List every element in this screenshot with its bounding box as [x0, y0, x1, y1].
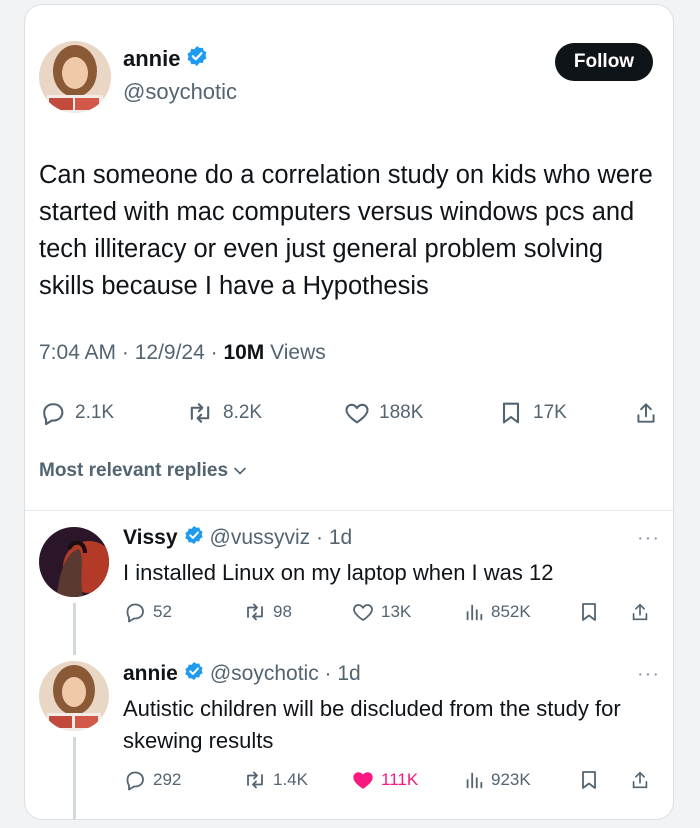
repost-button[interactable]: 8.2K	[185, 397, 262, 429]
thread-line	[73, 603, 76, 655]
views-count: 852K	[491, 602, 531, 621]
bookmark-count: 17K	[533, 402, 567, 423]
bookmark-button[interactable]	[577, 767, 601, 793]
reply-handle-time[interactable]: @soychotic · 1d	[210, 662, 361, 686]
repost-icon	[247, 603, 263, 621]
more-options-icon[interactable]: ···	[637, 527, 660, 550]
bookmark-button[interactable]: 17K	[497, 397, 567, 429]
repost-icon	[190, 403, 210, 423]
verified-badge-icon	[184, 525, 204, 550]
divider	[25, 510, 673, 511]
replies-sort-label: Most relevant replies	[39, 460, 229, 481]
reply-text: Autistic children will be discluded from…	[123, 696, 621, 753]
reply-avatar[interactable]	[39, 661, 109, 731]
verified-badge-icon	[184, 661, 204, 686]
follow-button[interactable]: Follow	[555, 43, 653, 81]
views-chart-icon	[466, 604, 483, 621]
view-count: 10M	[223, 341, 265, 364]
author-name[interactable]: annie	[123, 46, 180, 72]
thread-line	[73, 737, 76, 819]
tweet-timestamp[interactable]: 7:04 AM · 12/9/24 ·	[39, 341, 223, 364]
like-button[interactable]: 13K	[351, 599, 411, 625]
reply-text: I installed Linux on my laptop when I wa…	[123, 560, 554, 585]
reply-button[interactable]: 2.1K	[39, 397, 114, 429]
like-count: 188K	[379, 402, 424, 423]
replies-sort-dropdown[interactable]: Most relevant replies	[39, 460, 248, 482]
reply-author-name[interactable]: Vissy	[123, 526, 178, 550]
share-button[interactable]	[633, 397, 659, 429]
views-button[interactable]: 923K	[463, 767, 531, 793]
views-label: Views	[264, 341, 326, 364]
reply-action-bar: 52 98 13K 852K	[123, 599, 653, 625]
reply-avatar[interactable]	[39, 527, 109, 597]
share-button[interactable]	[629, 599, 651, 625]
reply-count: 2.1K	[75, 402, 115, 423]
repost-count: 98	[273, 602, 292, 621]
author-avatar[interactable]	[39, 41, 111, 113]
tweet-text: Can someone do a correlation study on ki…	[39, 161, 653, 300]
like-button[interactable]: 111K	[351, 767, 418, 793]
reply-button[interactable]: 52	[123, 599, 172, 625]
bookmark-icon	[582, 771, 596, 789]
views-button[interactable]: 852K	[463, 599, 531, 625]
reply-icon	[126, 603, 144, 623]
tweet-card: annie @soychotic Follow Can someone do a…	[24, 4, 674, 820]
reply-handle-time[interactable]: @vussyviz · 1d	[210, 526, 353, 550]
reply-action-bar: 292 1.4K 111K 923K	[123, 767, 653, 793]
like-count: 13K	[381, 602, 412, 621]
repost-button[interactable]: 1.4K	[243, 767, 308, 793]
share-icon	[632, 771, 648, 789]
tweet-action-bar: 2.1K 8.2K 188K 17K	[39, 397, 659, 429]
reply-icon	[43, 403, 64, 426]
repost-icon	[247, 771, 263, 789]
repost-button[interactable]: 98	[243, 599, 292, 625]
tweet-meta: 7:04 AM · 12/9/24 · 10M Views	[39, 341, 326, 365]
bookmark-icon	[582, 603, 596, 621]
verified-badge-icon	[186, 45, 208, 72]
share-icon	[637, 403, 655, 423]
like-count: 111K	[381, 770, 419, 789]
author-handle[interactable]: @soychotic	[123, 79, 237, 105]
heart-icon	[345, 403, 369, 424]
chevron-down-icon	[234, 467, 246, 475]
reply-icon	[126, 771, 144, 791]
reply-author-name[interactable]: annie	[123, 662, 178, 686]
views-chart-icon	[466, 772, 483, 789]
more-options-icon[interactable]: ···	[637, 663, 660, 686]
heart-filled-icon	[353, 772, 373, 789]
share-icon	[632, 603, 648, 621]
bookmark-icon	[502, 402, 520, 424]
reply-count: 52	[153, 602, 172, 621]
reply-count: 292	[153, 770, 182, 789]
like-button[interactable]: 188K	[343, 397, 423, 429]
views-count: 923K	[491, 770, 531, 789]
repost-count: 1.4K	[273, 770, 308, 789]
bookmark-button[interactable]	[577, 599, 601, 625]
reply-button[interactable]: 292	[123, 767, 181, 793]
share-button[interactable]	[629, 767, 651, 793]
repost-count: 8.2K	[223, 402, 263, 423]
heart-icon	[353, 604, 373, 621]
